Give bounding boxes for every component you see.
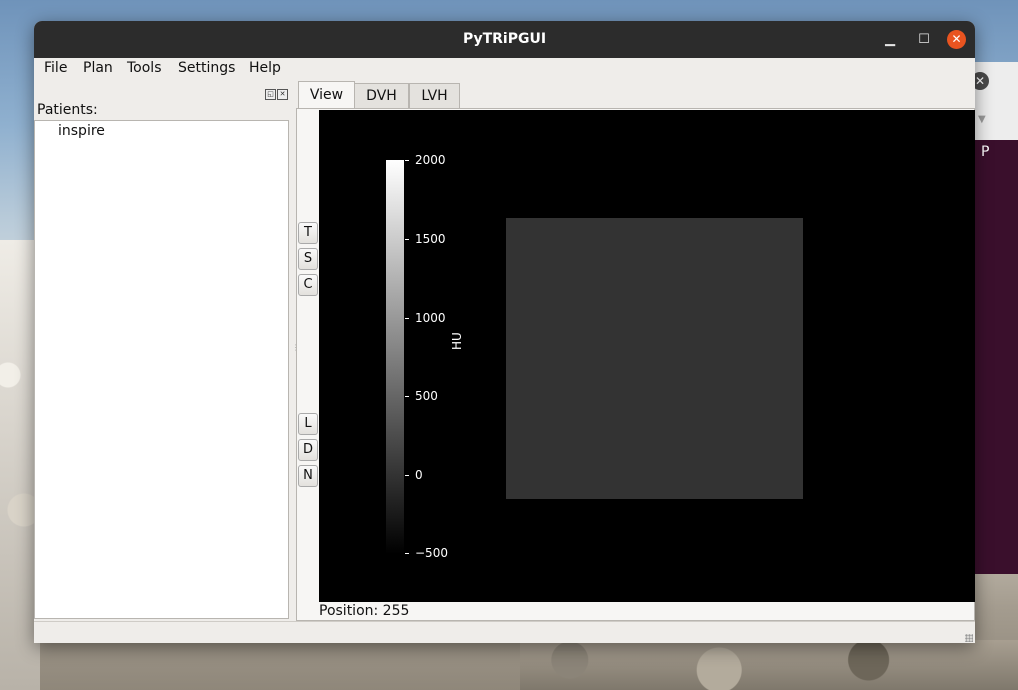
patient-item-inspire[interactable]: inspire bbox=[58, 123, 105, 139]
tab-lvh[interactable]: LVH bbox=[409, 83, 460, 109]
desktop-wallpaper-rock-bottom bbox=[520, 640, 1018, 690]
tab-dvh[interactable]: DVH bbox=[354, 83, 409, 109]
d-mode-button[interactable]: D bbox=[298, 439, 318, 461]
menu-plan[interactable]: Plan bbox=[83, 60, 113, 76]
resize-grip-icon[interactable] bbox=[965, 634, 973, 642]
colorbar-tick bbox=[405, 475, 409, 476]
main-window: PyTRiPGUI ▁ ☐ ✕ File Plan Tools Settings… bbox=[34, 21, 975, 643]
sagittal-view-button[interactable]: S bbox=[298, 248, 318, 270]
image-canvas[interactable]: 2000 1500 1000 500 0 −500 HU bbox=[319, 110, 975, 602]
hu-colorbar bbox=[386, 160, 404, 554]
colorbar-tick bbox=[405, 396, 409, 397]
patients-label: Patients: bbox=[37, 102, 98, 118]
colorbar-tick bbox=[405, 318, 409, 319]
dock-close-icon[interactable]: ✕ bbox=[277, 89, 288, 100]
menu-file[interactable]: File bbox=[44, 60, 67, 76]
colorbar-tick-label: 500 bbox=[415, 389, 438, 403]
menu-settings[interactable]: Settings bbox=[178, 60, 235, 76]
menu-help[interactable]: Help bbox=[249, 60, 281, 76]
menu-bar: File Plan Tools Settings Help bbox=[34, 58, 975, 80]
title-bar[interactable]: PyTRiPGUI ▁ ☐ ✕ bbox=[34, 21, 975, 58]
colorbar-label: HU bbox=[450, 332, 464, 350]
ct-image-slice bbox=[506, 218, 803, 499]
patients-dock: ◱ ✕ Patients: inspire bbox=[34, 80, 290, 621]
minimize-button[interactable]: ▁ bbox=[880, 30, 900, 50]
window-title: PyTRiPGUI bbox=[462, 31, 547, 47]
splitter-handle[interactable]: ⋮ bbox=[292, 343, 300, 352]
transversal-view-button[interactable]: T bbox=[298, 222, 318, 244]
tab-widget: View DVH LVH T S C L D N 2000 1500 1000 … bbox=[296, 80, 975, 621]
colorbar-tick bbox=[405, 239, 409, 240]
view-panel: T S C L D N 2000 1500 1000 500 0 −500 HU bbox=[296, 108, 975, 621]
colorbar-tick bbox=[405, 553, 409, 554]
float-icon[interactable]: ◱ bbox=[265, 89, 276, 100]
coronal-view-button[interactable]: C bbox=[298, 274, 318, 296]
patients-tree[interactable]: inspire bbox=[34, 120, 289, 619]
close-button[interactable]: ✕ bbox=[947, 30, 966, 49]
position-readout: Position: 255 bbox=[319, 603, 410, 619]
colorbar-tick bbox=[405, 160, 409, 161]
background-window-letter: P bbox=[981, 144, 990, 160]
tab-view[interactable]: View bbox=[298, 81, 355, 109]
menu-tools[interactable]: Tools bbox=[127, 60, 162, 76]
chevron-down-icon[interactable]: ▼ bbox=[978, 114, 986, 125]
colorbar-tick-label: 1000 bbox=[415, 311, 446, 325]
dock-controls: ◱ ✕ bbox=[264, 84, 288, 100]
status-bar bbox=[34, 621, 975, 643]
colorbar-tick-label: 0 bbox=[415, 468, 423, 482]
colorbar-tick-label: 2000 bbox=[415, 153, 446, 167]
n-mode-button[interactable]: N bbox=[298, 465, 318, 487]
colorbar-tick-label: −500 bbox=[415, 546, 448, 560]
maximize-button[interactable]: ☐ bbox=[914, 30, 934, 50]
l-mode-button[interactable]: L bbox=[298, 413, 318, 435]
colorbar-tick-label: 1500 bbox=[415, 232, 446, 246]
